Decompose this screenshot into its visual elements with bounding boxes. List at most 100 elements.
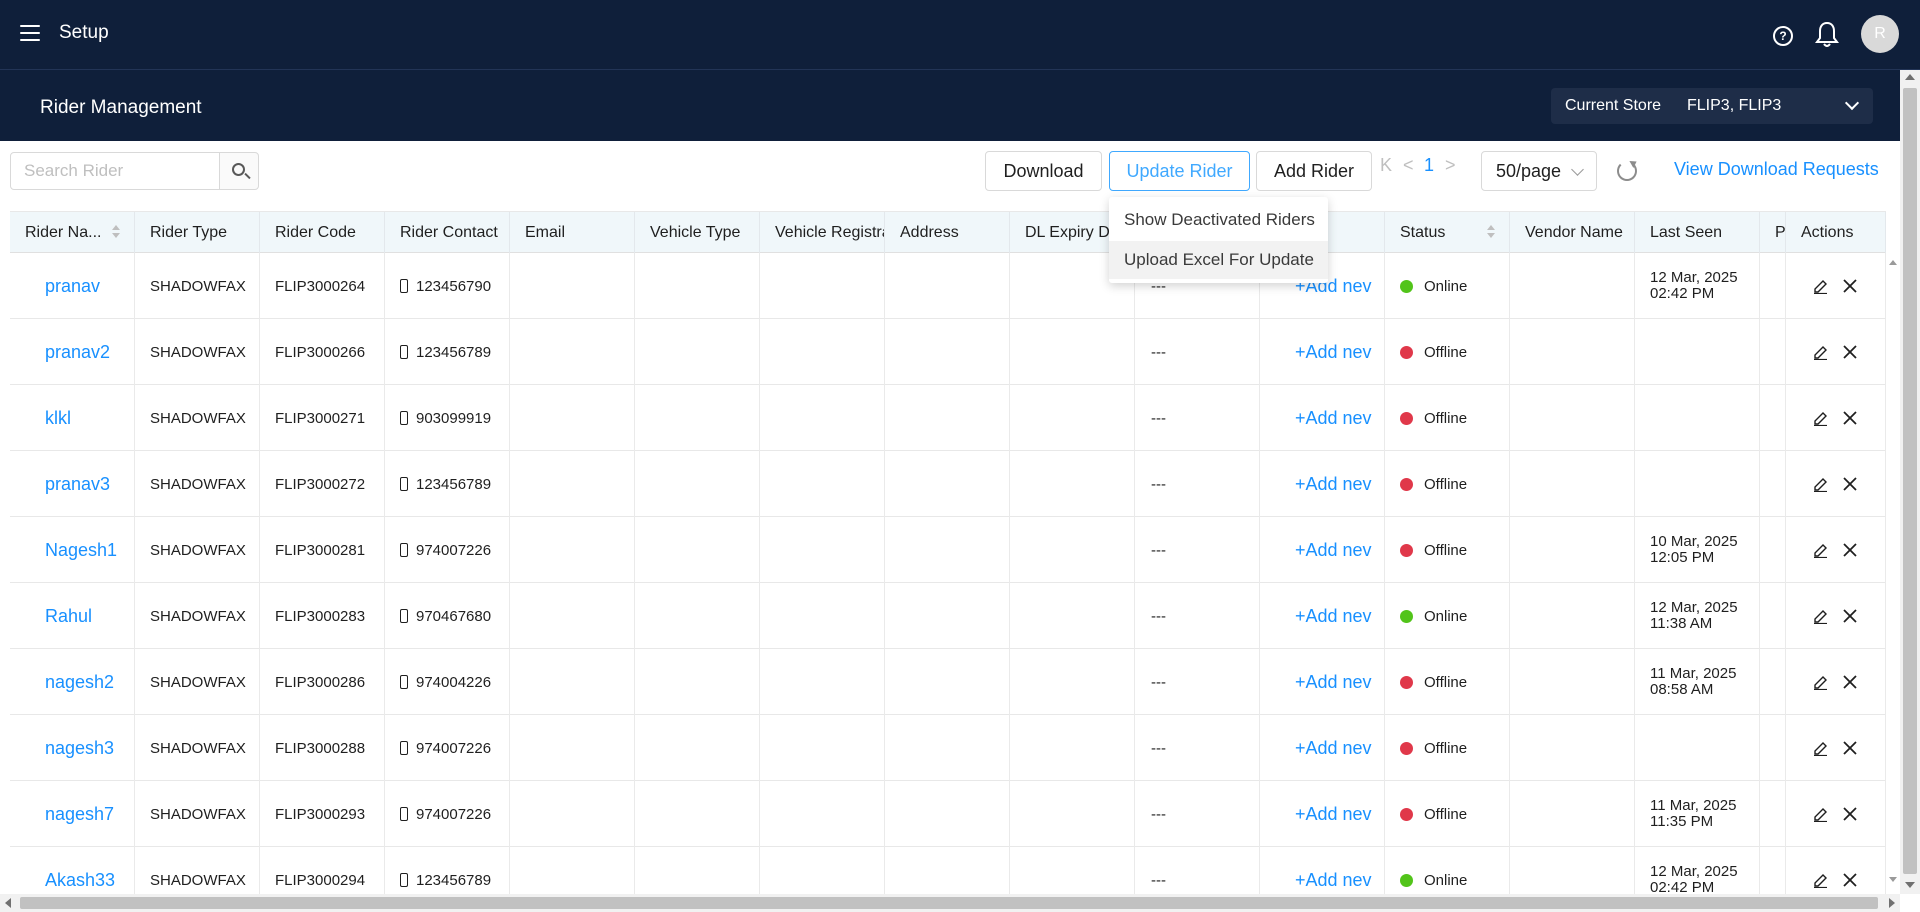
add-documents-link[interactable]: +Add nev — [1260, 517, 1385, 583]
rider-name-link[interactable]: pranav2 — [10, 319, 135, 385]
column-header[interactable]: Rider Contact — [385, 212, 510, 253]
edit-icon[interactable] — [1813, 543, 1828, 558]
close-icon[interactable] — [1843, 477, 1857, 491]
column-header[interactable]: Address — [885, 212, 1010, 253]
rider-type-cell-text: SHADOWFAX — [150, 871, 246, 889]
rider-name-link[interactable]: Akash33 — [10, 847, 135, 894]
view-download-requests-link[interactable]: View Download Requests — [1674, 159, 1879, 180]
close-icon[interactable] — [1843, 609, 1857, 623]
rider-name-link[interactable]: nagesh2 — [10, 649, 135, 715]
table-scrollbar[interactable] — [1886, 254, 1900, 894]
current-store-select[interactable]: Current Store FLIP3, FLIP3 — [1551, 88, 1873, 124]
column-header[interactable]: Email — [510, 212, 635, 253]
last-seen-cell — [1635, 451, 1760, 517]
column-header[interactable]: Vehicle Registra — [760, 212, 885, 253]
menu-item-show-deactivated[interactable]: Show Deactivated Riders — [1109, 201, 1328, 239]
add-documents-link[interactable]: +Add nev — [1260, 451, 1385, 517]
rider-name-link[interactable]: pranav3 — [10, 451, 135, 517]
close-icon[interactable] — [1843, 411, 1857, 425]
status-dot-icon — [1400, 807, 1413, 821]
vehicle-registration-cell — [760, 319, 885, 385]
rider-type-cell: SHADOWFAX — [135, 847, 260, 894]
column-header[interactable]: Actions — [1786, 212, 1886, 253]
rider-type-cell-text: SHADOWFAX — [150, 673, 246, 691]
add-documents-link[interactable]: +Add nev — [1260, 649, 1385, 715]
search-button[interactable] — [219, 152, 259, 190]
add-documents-link[interactable]: +Add nev — [1260, 583, 1385, 649]
edit-icon[interactable] — [1813, 807, 1828, 822]
last-seen-time: 12:05 PM — [1650, 549, 1715, 566]
edit-icon[interactable] — [1813, 609, 1828, 624]
close-icon[interactable] — [1843, 741, 1857, 755]
edit-icon[interactable] — [1813, 741, 1828, 756]
add-documents-link[interactable]: +Add nev — [1260, 781, 1385, 847]
add-documents-link[interactable]: +Add nev — [1260, 715, 1385, 781]
column-header[interactable]: Last Seen — [1635, 212, 1760, 253]
search-input[interactable]: Search Rider — [10, 152, 220, 190]
add-documents-link[interactable]: +Add nev — [1260, 385, 1385, 451]
close-icon[interactable] — [1843, 873, 1857, 887]
rider-code-cell: FLIP3000264 — [260, 253, 385, 319]
status-cell: Online — [1385, 847, 1510, 894]
sort-icon[interactable] — [1487, 225, 1495, 239]
address-cell — [885, 451, 1010, 517]
add-documents-link[interactable]: +Add nev — [1260, 319, 1385, 385]
edit-icon[interactable] — [1813, 411, 1828, 426]
rider-name-link[interactable]: klkl — [10, 385, 135, 451]
add-documents-link-text: +Add nev — [1295, 737, 1372, 758]
rider-name-link[interactable]: nagesh3 — [10, 715, 135, 781]
vertical-scrollbar[interactable] — [1900, 70, 1920, 894]
rider-name-link[interactable]: nagesh7 — [10, 781, 135, 847]
menu-item-upload-excel[interactable]: Upload Excel For Update — [1109, 241, 1328, 279]
edit-icon[interactable] — [1813, 279, 1828, 294]
column-header[interactable]: Pr — [1760, 212, 1786, 253]
close-icon[interactable] — [1843, 675, 1857, 689]
prev-page-button[interactable]: < — [1403, 155, 1414, 176]
store-value: FLIP3, FLIP3 — [1687, 97, 1782, 114]
column-header[interactable]: Vendor Name — [1510, 212, 1635, 253]
close-icon[interactable] — [1843, 345, 1857, 359]
download-button[interactable]: Download — [985, 151, 1102, 191]
last-seen-date: 12 Mar, 2025 — [1650, 269, 1738, 286]
edit-icon[interactable] — [1813, 675, 1828, 690]
column-header[interactable]: Vehicle Type — [635, 212, 760, 253]
column-header[interactable]: Rider Type — [135, 212, 260, 253]
add-documents-link[interactable]: +Add nev — [1260, 847, 1385, 894]
column-header[interactable]: Rider Code — [260, 212, 385, 253]
first-page-button[interactable]: K — [1380, 155, 1392, 176]
last-seen-value: 12 Mar, 2025 02:42 PM — [1650, 864, 1740, 895]
rider-name-link-text: pranav — [45, 275, 101, 296]
next-page-button[interactable]: > — [1445, 155, 1456, 176]
status-dot-icon — [1400, 609, 1413, 623]
sort-icon[interactable] — [112, 225, 120, 239]
close-icon[interactable] — [1843, 279, 1857, 293]
refresh-icon[interactable] — [1617, 161, 1637, 181]
column-header-label: Vendor Name — [1525, 224, 1623, 241]
rider-type-cell: SHADOWFAX — [135, 451, 260, 517]
edit-icon[interactable] — [1813, 477, 1828, 492]
bell-icon[interactable] — [1815, 21, 1839, 48]
rider-name-link[interactable]: Nagesh1 — [10, 517, 135, 583]
address-cell — [885, 385, 1010, 451]
update-rider-button[interactable]: Update Rider — [1109, 151, 1250, 191]
close-icon[interactable] — [1843, 807, 1857, 821]
edit-icon[interactable] — [1813, 345, 1828, 360]
rider-name-link-text: Nagesh1 — [45, 539, 118, 560]
avatar[interactable]: R — [1861, 15, 1899, 53]
current-page[interactable]: 1 — [1424, 155, 1434, 176]
column-header[interactable]: Rider Na... — [10, 212, 135, 253]
page-size-select[interactable]: 50/page — [1481, 151, 1597, 191]
rider-name-link[interactable]: Rahul — [10, 583, 135, 649]
help-icon[interactable]: ? — [1773, 26, 1793, 46]
add-rider-button[interactable]: Add Rider — [1256, 151, 1372, 191]
horizontal-scrollbar[interactable] — [0, 894, 1900, 912]
edit-icon[interactable] — [1813, 873, 1828, 888]
column-header[interactable]: Status — [1385, 212, 1510, 253]
status-dot-icon — [1400, 543, 1413, 557]
rider-name-link[interactable]: pranav — [10, 253, 135, 319]
table-row: nagesh2 SHADOWFAX FLIP3000286 974004226 --- +… — [10, 649, 1886, 715]
status-cell: Offline — [1385, 319, 1510, 385]
dl-expiry-value-cell-text: --- — [1151, 739, 1166, 757]
menu-icon[interactable] — [20, 25, 40, 41]
close-icon[interactable] — [1843, 543, 1857, 557]
